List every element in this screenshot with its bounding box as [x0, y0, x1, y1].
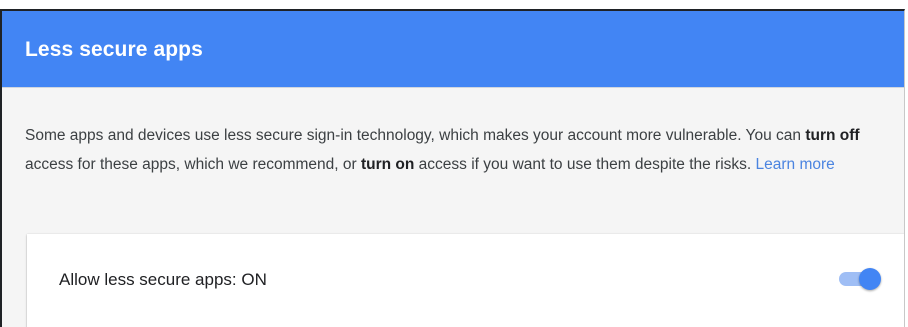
description-part-3: access if you want to use them despite t… [414, 156, 756, 173]
toggle-thumb[interactable] [859, 268, 881, 290]
page-frame: Less secure apps Some apps and devices u… [0, 0, 908, 327]
learn-more-link[interactable]: Learn more [756, 156, 835, 173]
less-secure-apps-card: Less secure apps Some apps and devices u… [0, 9, 905, 327]
allow-less-secure-apps-row[interactable]: Allow less secure apps: ON [27, 234, 904, 327]
description-text: Some apps and devices use less secure si… [25, 121, 895, 179]
page-title: Less secure apps [25, 38, 203, 61]
allow-less-secure-apps-toggle[interactable] [837, 265, 885, 293]
card-header: Less secure apps [2, 11, 904, 88]
turn-off-emphasis: turn off [805, 127, 860, 144]
description-part-1: Some apps and devices use less secure si… [25, 127, 806, 144]
turn-on-emphasis: turn on [360, 156, 415, 173]
setting-label: Allow less secure apps: ON [59, 270, 267, 289]
description-part-2: access for these apps, which we recommen… [25, 156, 361, 173]
